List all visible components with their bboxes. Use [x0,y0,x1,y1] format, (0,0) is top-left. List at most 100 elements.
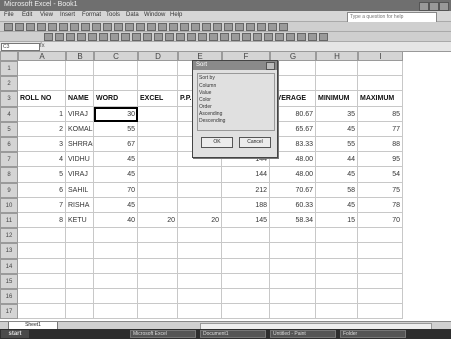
table-cell[interactable] [178,197,222,213]
grid-cell[interactable] [178,273,222,289]
minimize-icon[interactable] [419,2,429,11]
row-header[interactable]: 5 [0,121,18,137]
grid-cell[interactable] [18,273,66,289]
grid-cell[interactable] [66,228,94,244]
dialog-option[interactable]: Ascending [199,111,222,117]
grid-cell[interactable] [18,76,66,92]
toolbar-button-icon[interactable] [253,33,262,41]
table-cell[interactable]: 188 [222,197,270,213]
column-header[interactable]: H [316,51,358,61]
table-cell[interactable] [138,167,178,183]
grid-cell[interactable] [94,228,138,244]
toolbar-button-icon[interactable] [88,33,97,41]
toolbar-button-icon[interactable] [242,33,251,41]
menu-help[interactable]: Help [170,12,182,18]
menu-format[interactable]: Format [82,12,101,18]
toolbar-button-icon[interactable] [26,23,35,31]
table-cell[interactable]: 3 [18,137,66,153]
table-cell[interactable] [138,121,178,137]
menu-edit[interactable]: Edit [22,12,32,18]
menu-tools[interactable]: Tools [106,12,120,18]
grid-cell[interactable] [316,304,358,320]
grid-cell[interactable] [138,289,178,305]
grid-cell[interactable] [94,289,138,305]
grid-cell[interactable] [270,304,316,320]
maximize-icon[interactable] [429,2,439,11]
grid-cell[interactable] [138,243,178,259]
table-header-cell[interactable]: MAXIMUM [358,91,403,107]
toolbar-button-icon[interactable] [66,33,75,41]
grid-cell[interactable] [18,258,66,274]
grid-cell[interactable] [18,243,66,259]
menu-view[interactable]: View [40,12,53,18]
table-cell[interactable]: 58 [316,182,358,198]
grid-cell[interactable] [270,273,316,289]
column-header[interactable]: I [358,51,403,61]
row-header[interactable]: 12 [0,228,18,244]
table-cell[interactable]: 54 [358,167,403,183]
toolbar-button-icon[interactable] [110,33,119,41]
column-header[interactable]: C [94,51,138,61]
toolbar-button-icon[interactable] [158,23,167,31]
grid-cell[interactable] [358,61,403,77]
table-cell[interactable]: 70 [358,213,403,229]
toolbar-button-icon[interactable] [132,33,141,41]
ok-button[interactable]: OK [201,137,233,148]
grid-cell[interactable] [66,243,94,259]
table-cell[interactable]: 40 [94,213,138,229]
grid-cell[interactable] [316,228,358,244]
toolbar-button-icon[interactable] [165,33,174,41]
table-cell[interactable]: 67 [94,137,138,153]
dialog-option[interactable]: Order [199,104,212,110]
table-cell[interactable]: 78 [358,197,403,213]
grid-cell[interactable] [270,228,316,244]
row-header[interactable]: 10 [0,197,18,213]
start-button[interactable]: start [1,330,29,338]
toolbar-button-icon[interactable] [121,33,130,41]
grid-cell[interactable] [18,304,66,320]
table-cell[interactable]: 5 [18,167,66,183]
table-cell[interactable]: 70 [94,182,138,198]
toolbar-button-icon[interactable] [224,23,233,31]
row-header[interactable]: 3 [0,91,18,107]
toolbar-button-icon[interactable] [176,33,185,41]
dialog-option[interactable]: Value [199,90,211,96]
grid-cell[interactable] [222,304,270,320]
toolbar-button-icon[interactable] [202,23,211,31]
table-cell[interactable]: 15 [316,213,358,229]
table-cell[interactable]: 45 [94,197,138,213]
grid-cell[interactable] [66,258,94,274]
toolbar-button-icon[interactable] [264,33,273,41]
table-header-cell[interactable]: ROLL NO [18,91,66,107]
dialog-option[interactable]: Color [199,97,211,103]
grid-cell[interactable] [66,61,94,77]
dialog-option[interactable]: Descending [199,118,225,124]
row-header[interactable]: 13 [0,243,18,259]
table-header-cell[interactable]: MINIMUM [316,91,358,107]
dialog-close-icon[interactable] [266,62,275,70]
grid-cell[interactable] [178,243,222,259]
taskbar-item[interactable]: Document1 [200,330,266,338]
toolbar-button-icon[interactable] [147,23,156,31]
toolbar-button-icon[interactable] [209,33,218,41]
grid-cell[interactable] [270,289,316,305]
grid-cell[interactable] [222,228,270,244]
table-cell[interactable]: VIRAJ [66,167,94,183]
row-header[interactable]: 7 [0,152,18,168]
table-cell[interactable]: 95 [358,152,403,168]
table-cell[interactable]: 1 [18,106,66,122]
grid-cell[interactable] [178,228,222,244]
grid-cell[interactable] [94,273,138,289]
grid-cell[interactable] [358,273,403,289]
grid-cell[interactable] [316,273,358,289]
grid-cell[interactable] [138,304,178,320]
table-cell[interactable]: 77 [358,121,403,137]
row-header[interactable]: 6 [0,137,18,153]
grid-cell[interactable] [94,304,138,320]
toolbar-button-icon[interactable] [70,23,79,31]
toolbar-button-icon[interactable] [235,23,244,31]
table-cell[interactable]: 45 [316,121,358,137]
dialog-option[interactable]: Column [199,83,216,89]
column-header[interactable]: A [18,51,66,61]
table-cell[interactable]: RISHA [66,197,94,213]
